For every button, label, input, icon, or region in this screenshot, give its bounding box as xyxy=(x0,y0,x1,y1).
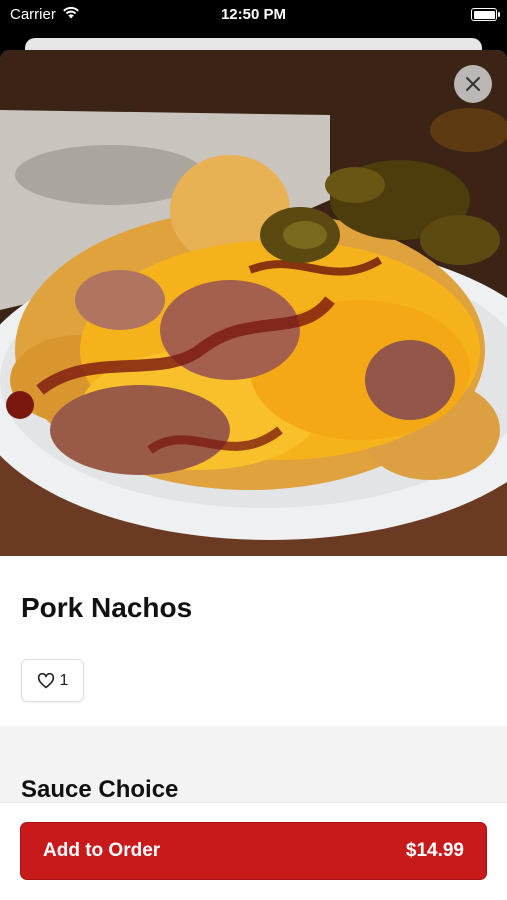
battery-icon xyxy=(471,8,500,21)
like-button[interactable]: 1 xyxy=(21,659,84,702)
item-info-panel: Pork Nachos 1 xyxy=(0,556,507,726)
item-detail-sheet: Pork Nachos 1 Sauce Choice Add to Order … xyxy=(0,50,507,900)
like-count: 1 xyxy=(59,671,69,689)
add-to-order-button[interactable]: Add to Order $14.99 xyxy=(20,822,487,880)
close-icon xyxy=(466,77,480,91)
order-footer: Add to Order $14.99 xyxy=(0,802,507,900)
order-price: $14.99 xyxy=(405,840,464,861)
heart-icon xyxy=(37,672,54,688)
sauce-choice-title: Sauce Choice xyxy=(21,776,179,803)
item-title: Pork Nachos xyxy=(21,592,193,623)
status-time: 12:50 PM xyxy=(220,6,287,23)
status-bar: Carrier 12:50 PM xyxy=(0,0,507,30)
close-button[interactable] xyxy=(454,65,492,103)
add-to-order-label: Add to Order xyxy=(43,840,161,861)
food-photo xyxy=(0,50,507,556)
